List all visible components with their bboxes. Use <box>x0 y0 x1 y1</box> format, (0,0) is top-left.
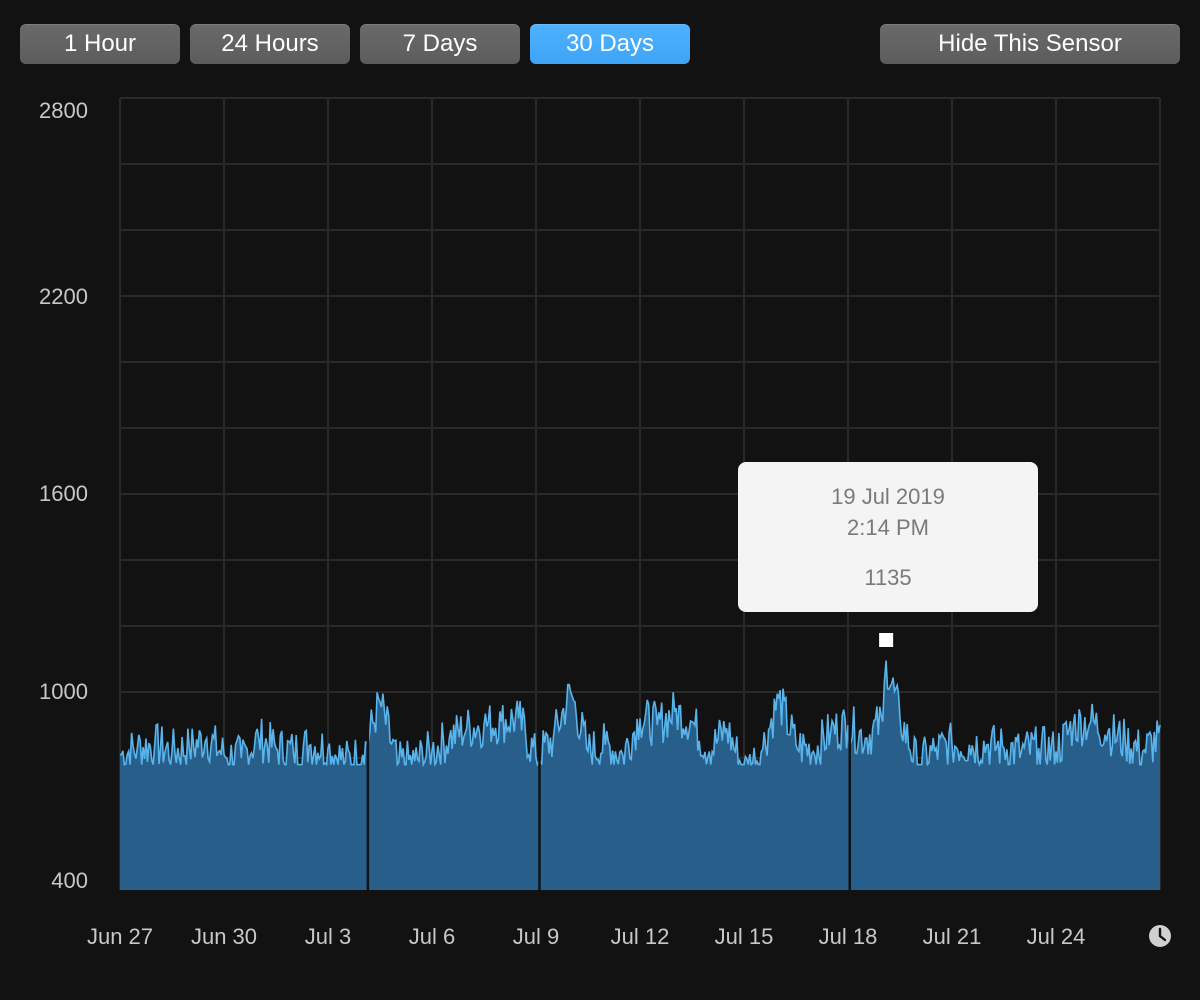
x-tick-label: Jul 3 <box>305 924 351 949</box>
sensor-graph-window: 1 Hour 24 Hours 7 Days 30 Days Hide This… <box>0 0 1200 1000</box>
x-tick-label: Jul 12 <box>611 924 670 949</box>
x-tick-label: Jul 24 <box>1027 924 1086 949</box>
chart-marker-layer <box>879 633 894 647</box>
data-point-tooltip: 19 Jul 2019 2:14 PM 1135 <box>738 462 1038 612</box>
y-axis: 2800 2200 1600 1000 400 <box>39 98 88 893</box>
y-tick-label: 1000 <box>39 679 88 704</box>
highlight-point-marker <box>879 633 894 647</box>
y-tick-label: 2800 <box>39 98 88 123</box>
tooltip-time: 2:14 PM <box>847 515 929 540</box>
tooltip-value: 1135 <box>864 565 912 590</box>
y-tick-label: 2200 <box>39 284 88 309</box>
x-tick-label: Jul 9 <box>513 924 559 949</box>
x-tick-label: Jul 21 <box>923 924 982 949</box>
x-tick-label: Jun 30 <box>191 924 257 949</box>
tooltip-date: 19 Jul 2019 <box>831 484 945 509</box>
x-axis: Jun 27 Jun 30 Jul 3 Jul 6 Jul 9 Jul 12 Jul 15 J… <box>87 924 1085 949</box>
x-tick-label: Jul 15 <box>715 924 774 949</box>
y-tick-label: 1600 <box>39 481 88 506</box>
x-tick-label: Jul 18 <box>819 924 878 949</box>
x-tick-label: Jun 27 <box>87 924 153 949</box>
x-tick-label: Jul 6 <box>409 924 455 949</box>
clock-icon[interactable] <box>1149 925 1171 947</box>
y-tick-label: 400 <box>51 868 88 893</box>
